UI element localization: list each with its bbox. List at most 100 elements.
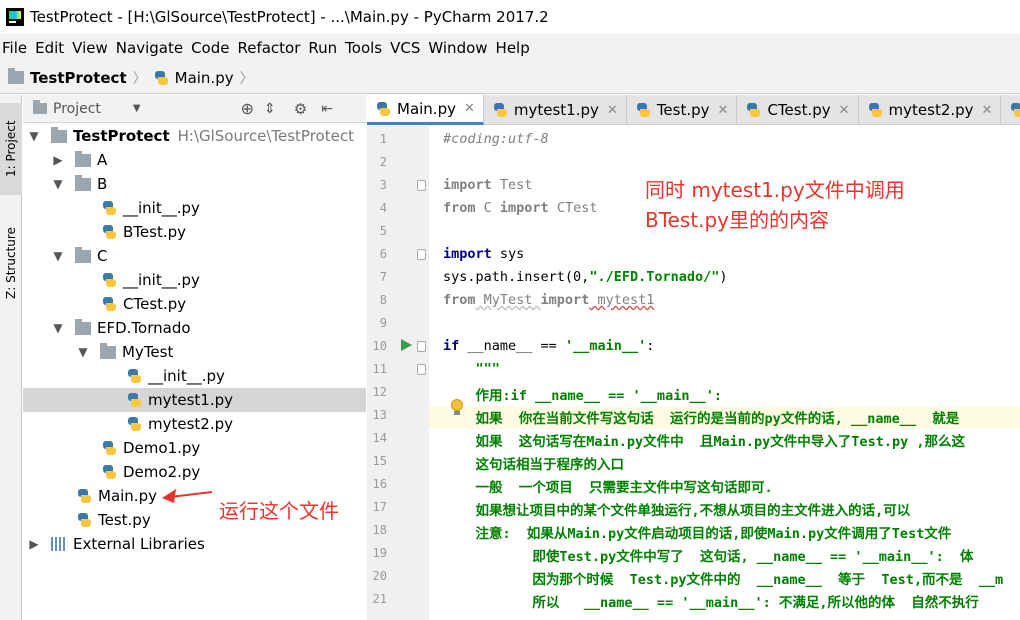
code-line: 作用:if __name__ == '__main__':: [443, 388, 722, 404]
menu-edit[interactable]: Edit: [33, 39, 70, 57]
tree-item-b-init[interactable]: __init__.py: [23, 196, 366, 220]
lightbulb-icon[interactable]: [451, 399, 465, 415]
close-icon[interactable]: ✕: [839, 103, 850, 118]
package-folder-icon: [75, 246, 91, 263]
line-number: 6: [379, 247, 387, 261]
python-file-icon: [126, 368, 142, 384]
tree-item-external-libraries[interactable]: ▶ External Libraries: [23, 532, 366, 556]
tree-item-c-init[interactable]: __init__.py: [23, 268, 366, 292]
menu-help[interactable]: Help: [494, 39, 536, 57]
string: "./EFD.Tornado/": [589, 269, 720, 285]
tree-item-a[interactable]: ▶ A: [23, 148, 366, 172]
tree-item-testprotect[interactable]: ▼ TestProtect H:\GlSource\TestProtect: [23, 124, 366, 148]
menu-navigate[interactable]: Navigate: [114, 39, 189, 57]
code-line: 如果 你在当前文件写这句话 运行的是当前的py文件的话, __name__ 就是: [443, 411, 960, 427]
chevron-right-icon: 〉: [132, 70, 147, 87]
tree-item-demo2[interactable]: Demo2.py: [23, 460, 366, 484]
fold-marker-icon[interactable]: [417, 249, 426, 260]
tree-item-mytest-init[interactable]: __init__.py: [23, 364, 366, 388]
tree-item-mytest1[interactable]: mytest1.py: [23, 388, 366, 412]
line-number: 21: [372, 592, 387, 606]
menu-refactor[interactable]: Refactor: [235, 39, 306, 57]
keyword: import: [499, 200, 549, 216]
tab-test-py[interactable]: Test.py ✕: [627, 95, 738, 125]
tree-label: C: [97, 247, 108, 265]
chevron-down-icon[interactable]: ▼: [76, 345, 90, 359]
hide-panel-icon[interactable]: ⇤: [321, 101, 333, 117]
keyword: from: [443, 292, 476, 308]
chevron-down-icon[interactable]: ▼: [51, 249, 65, 263]
chevron-down-icon[interactable]: ▼: [27, 129, 41, 143]
menu-tools[interactable]: Tools: [343, 39, 388, 57]
chevron-right-icon[interactable]: ▶: [27, 537, 41, 551]
annotation-arrow: [162, 489, 213, 503]
line-number: 11: [372, 362, 387, 376]
menu-window[interactable]: Window: [426, 39, 493, 57]
tree-label: Demo1.py: [123, 439, 201, 457]
tab-ctest-py[interactable]: CTest.py ✕: [737, 95, 859, 125]
code-line: from C import CTest: [443, 200, 597, 216]
tab-structure[interactable]: Z: Structure: [0, 213, 22, 313]
close-icon[interactable]: ✕: [718, 103, 729, 118]
tree-annotation: 运行这个文件: [219, 499, 339, 523]
tab-main-py[interactable]: Main.py ✕: [367, 95, 484, 125]
tree-label: Main.py: [98, 487, 157, 505]
editor-gutter: 1 2 3 4 5 6 7 8 9 10 11 12 13 14 15 16 1…: [367, 126, 429, 620]
menu-vcs[interactable]: VCS: [388, 39, 426, 57]
line-number: 16: [372, 477, 387, 491]
run-icon[interactable]: [399, 337, 413, 353]
tree-label: CTest.py: [123, 295, 187, 313]
tree-label: __init__.py: [148, 367, 225, 385]
code-line: 注意: 如果从Main.py文件启动项目的话,即使Main.py文件调用了Tes…: [443, 526, 952, 542]
tree-item-ctest[interactable]: CTest.py: [23, 292, 366, 316]
tab-project-label: 1: Project: [4, 120, 18, 178]
collapse-icon[interactable]: ⇕: [264, 101, 276, 117]
fold-marker-icon[interactable]: [417, 364, 426, 375]
folder-icon: [8, 68, 24, 84]
tab-project[interactable]: 1: Project: [0, 103, 22, 195]
python-file-icon: [745, 102, 761, 118]
identifier: sys: [491, 246, 525, 262]
chevron-down-icon[interactable]: ▼: [133, 103, 141, 114]
tab-overflow[interactable]: [1001, 95, 1020, 125]
tab-mytest1-py[interactable]: mytest1.py ✕: [484, 95, 627, 125]
chevron-down-icon[interactable]: ▼: [51, 321, 65, 335]
fold-marker-icon[interactable]: [417, 180, 426, 191]
breadcrumb-project[interactable]: TestProtect: [30, 69, 127, 87]
project-icon: [33, 100, 47, 114]
tree-item-b[interactable]: ▼ B: [23, 172, 366, 196]
tab-label: Test.py: [656, 101, 710, 119]
window-title: TestProtect - [H:\GlSource\TestProtect] …: [30, 8, 549, 26]
close-icon[interactable]: ✕: [607, 103, 618, 118]
project-view-selector[interactable]: Project: [53, 101, 101, 117]
tree-label: External Libraries: [73, 535, 205, 553]
tree-item-mytest2[interactable]: mytest2.py: [23, 412, 366, 436]
menu-code[interactable]: Code: [189, 39, 235, 57]
tab-mytest2-py[interactable]: mytest2.py ✕: [859, 95, 1002, 125]
tree-item-btest[interactable]: BTest.py: [23, 220, 366, 244]
chevron-down-icon[interactable]: ▼: [51, 177, 65, 191]
code-line: 如果 这句话写在Main.py文件中 且Main.py文件中导入了Test.py…: [443, 434, 965, 450]
tree-item-mytest[interactable]: ▼ MyTest: [23, 340, 366, 364]
menu-view[interactable]: View: [70, 39, 114, 57]
menu-file[interactable]: File: [0, 39, 33, 57]
identifier: CTest: [548, 200, 598, 216]
title-bar: TestProtect - [H:\GlSource\TestProtect] …: [0, 0, 1020, 34]
close-icon[interactable]: ✕: [464, 101, 475, 116]
identifier: __name__ ==: [459, 338, 565, 354]
line-number: 5: [379, 224, 387, 238]
chevron-right-icon[interactable]: ▶: [51, 153, 65, 167]
gear-icon[interactable]: ⚙: [294, 100, 307, 118]
locate-icon[interactable]: ⊕: [241, 99, 254, 118]
code-line: 如果想让项目中的某个文件单独运行,不想从项目的主文件进入的话,可以: [443, 503, 911, 519]
tree-item-efd-tornado[interactable]: ▼ EFD.Tornado: [23, 316, 366, 340]
menu-run[interactable]: Run: [306, 39, 343, 57]
identifier: Test: [491, 177, 533, 193]
tree-item-demo1[interactable]: Demo1.py: [23, 436, 366, 460]
python-file-icon: [101, 464, 117, 480]
fold-marker-icon[interactable]: [417, 341, 426, 352]
identifier: mytest1: [589, 292, 655, 308]
breadcrumb-file[interactable]: Main.py: [175, 69, 234, 87]
close-icon[interactable]: ✕: [982, 103, 993, 118]
tree-item-c[interactable]: ▼ C: [23, 244, 366, 268]
